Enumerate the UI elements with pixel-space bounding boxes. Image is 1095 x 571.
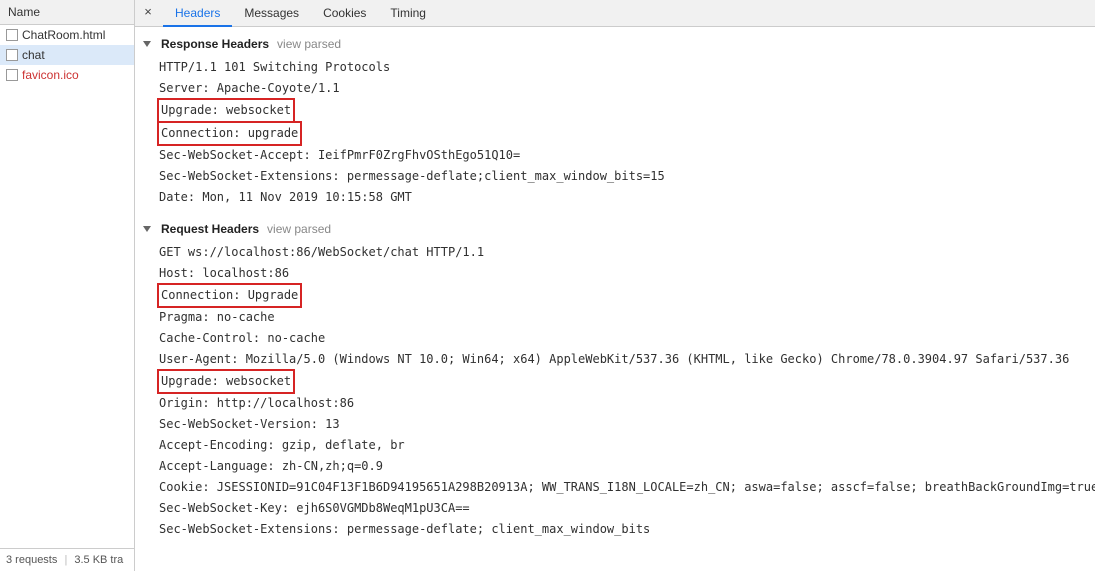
close-detail-button[interactable]: × (139, 4, 157, 22)
view-parsed-link[interactable]: view parsed (277, 37, 341, 51)
header-line: Pragma: no-cache (159, 307, 275, 328)
response-headers-title: Response Headers (161, 37, 269, 51)
header-line: Sec-WebSocket-Key: ejh6S0VGMDb8WeqM1pU3C… (159, 498, 470, 519)
header-line: Accept-Language: zh-CN,zh;q=0.9 (159, 456, 383, 477)
tab-cookies[interactable]: Cookies (311, 0, 378, 27)
view-parsed-link[interactable]: view parsed (267, 222, 331, 236)
triangle-down-icon (143, 41, 151, 47)
header-line: Connection: upgrade (157, 121, 302, 146)
footer-transfer-size: 3.5 KB tra (74, 554, 123, 566)
tab-messages[interactable]: Messages (232, 0, 311, 27)
tab-headers[interactable]: Headers (163, 0, 232, 27)
request-list: ChatRoom.html chat favicon.ico (0, 25, 134, 548)
request-item[interactable]: ChatRoom.html (0, 25, 134, 45)
request-name: favicon.ico (22, 68, 79, 82)
header-line: Host: localhost:86 (159, 263, 289, 284)
footer-separator: | (60, 554, 71, 566)
triangle-down-icon (143, 226, 151, 232)
header-line: Sec-WebSocket-Version: 13 (159, 414, 340, 435)
footer-requests-count: 3 requests (6, 554, 57, 566)
header-line: Cache-Control: no-cache (159, 328, 325, 349)
header-line: Server: Apache-Coyote/1.1 (159, 78, 340, 99)
header-line: HTTP/1.1 101 Switching Protocols (159, 57, 390, 78)
response-header-lines: HTTP/1.1 101 Switching ProtocolsServer: … (135, 55, 1095, 218)
request-name: chat (22, 48, 45, 62)
headers-body[interactable]: Response Headers view parsed HTTP/1.1 10… (135, 27, 1095, 571)
network-request-panel: Name ChatRoom.html chat favicon.ico 3 requ… (0, 0, 135, 571)
network-footer: 3 requests | 3.5 KB tra (0, 548, 134, 571)
response-headers-toggle[interactable]: Response Headers view parsed (135, 33, 1095, 55)
request-header-lines: GET ws://localhost:86/WebSocket/chat HTT… (135, 240, 1095, 550)
request-headers-title: Request Headers (161, 222, 259, 236)
file-icon (6, 49, 18, 61)
header-line: Cookie: JSESSIONID=91C04F13F1B6D94195651… (159, 477, 1095, 498)
header-line: Upgrade: websocket (157, 369, 295, 394)
tab-timing[interactable]: Timing (378, 0, 438, 27)
request-detail-panel: × HeadersMessagesCookiesTiming Response … (135, 0, 1095, 571)
file-icon (6, 69, 18, 81)
header-line: Accept-Encoding: gzip, deflate, br (159, 435, 405, 456)
header-line: GET ws://localhost:86/WebSocket/chat HTT… (159, 242, 484, 263)
request-item[interactable]: favicon.ico (0, 65, 134, 85)
header-line: Origin: http://localhost:86 (159, 393, 354, 414)
header-line: Date: Mon, 11 Nov 2019 10:15:58 GMT (159, 187, 412, 208)
request-item[interactable]: chat (0, 45, 134, 65)
header-line: Upgrade: websocket (157, 98, 295, 123)
header-line: Sec-WebSocket-Extensions: permessage-def… (159, 519, 650, 540)
file-icon (6, 29, 18, 41)
header-line: Connection: Upgrade (157, 283, 302, 308)
detail-tab-bar: × HeadersMessagesCookiesTiming (135, 0, 1095, 27)
header-line: User-Agent: Mozilla/5.0 (Windows NT 10.0… (159, 349, 1069, 370)
header-line: Sec-WebSocket-Accept: IeifPmrF0ZrgFhvOSt… (159, 145, 520, 166)
header-line: Sec-WebSocket-Extensions: permessage-def… (159, 166, 665, 187)
request-name: ChatRoom.html (22, 28, 105, 42)
request-headers-toggle[interactable]: Request Headers view parsed (135, 218, 1095, 240)
name-column-header[interactable]: Name (0, 0, 134, 25)
